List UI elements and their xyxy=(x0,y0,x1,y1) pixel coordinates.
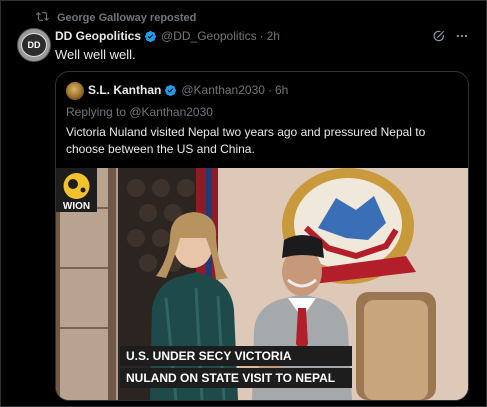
author-handle[interactable]: @DD_Geopolitics xyxy=(161,29,257,43)
grok-icon[interactable] xyxy=(432,29,446,43)
separator-dot: · xyxy=(267,83,272,97)
verified-icon xyxy=(165,84,177,96)
verified-icon xyxy=(144,30,157,42)
quote-author-handle[interactable]: @Kanthan2030 xyxy=(181,83,265,97)
replying-to[interactable]: Replying to @Kanthan2030 xyxy=(66,105,213,119)
author-name[interactable]: DD Geopolitics xyxy=(55,29,141,43)
quoted-tweet[interactable]: S.L. Kanthan @Kanthan2030 · 6h Replying … xyxy=(55,71,469,401)
wion-logo: WION xyxy=(56,168,97,212)
quote-media-image[interactable]: WION U.S. UNDER SECY VICTORIA NULAND ON … xyxy=(56,168,468,400)
repost-indicator: George Galloway reposted xyxy=(36,10,196,26)
quote-timestamp[interactable]: 6h xyxy=(275,83,288,97)
tweet-header: DD Geopolitics @DD_Geopolitics · 2h xyxy=(55,29,280,43)
timestamp[interactable]: 2h xyxy=(267,29,280,43)
quote-author-name[interactable]: S.L. Kanthan xyxy=(88,83,161,97)
separator-dot: · xyxy=(259,29,264,43)
news-chyron: U.S. UNDER SECY VICTORIA NULAND ON STATE… xyxy=(120,346,352,388)
repost-icon xyxy=(36,10,49,26)
more-icon[interactable] xyxy=(455,29,469,43)
chyron-line-2: NULAND ON STATE VISIT TO NEPAL xyxy=(120,368,352,388)
wion-label: WION xyxy=(63,201,90,212)
quote-header: S.L. Kanthan @Kanthan2030 · 6h xyxy=(88,83,288,97)
avatar-label: DD xyxy=(21,33,47,57)
quote-avatar[interactable] xyxy=(66,82,84,100)
avatar[interactable]: DD xyxy=(17,28,51,62)
repost-text[interactable]: George Galloway reposted xyxy=(57,12,196,24)
quote-text: Victoria Nuland visited Nepal two years … xyxy=(66,125,426,156)
chyron-line-1: U.S. UNDER SECY VICTORIA xyxy=(120,346,352,366)
tweet-text: Well well well. xyxy=(55,47,136,62)
